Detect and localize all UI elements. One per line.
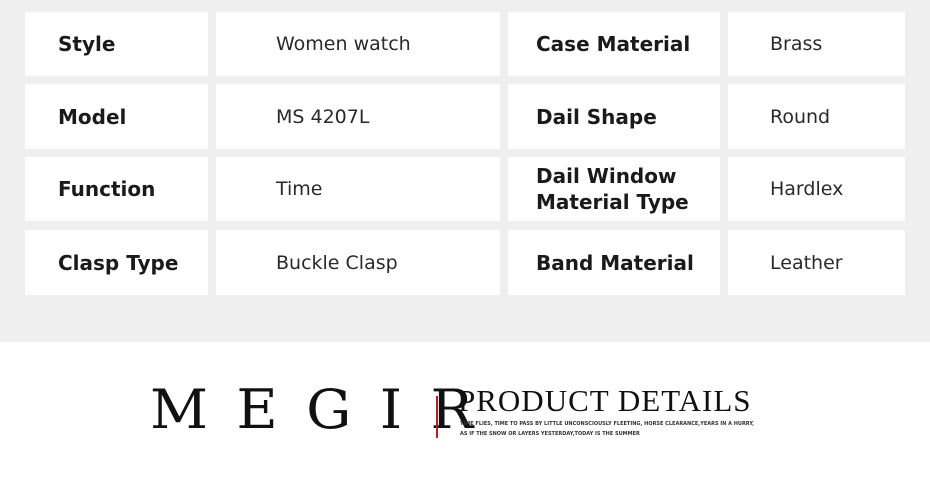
accent-divider: [436, 396, 438, 438]
spec-label-style: Style: [58, 32, 116, 56]
product-details-title: PRODUCT DETAILS: [458, 383, 752, 418]
brand-header: MEGIR PRODUCT DETAILS TIME FLIES, TIME T…: [0, 342, 930, 480]
spec-value-cell: Time: [216, 157, 500, 221]
spec-value-dail-shape: Round: [770, 105, 831, 128]
spec-label-dail-shape: Dail Shape: [536, 104, 657, 129]
spec-label-cell: Model: [25, 84, 208, 149]
megir-logo: MEGIR: [150, 378, 502, 441]
spec-label-cell: Dail Shape: [508, 84, 720, 149]
spec-label-cell: Band Material: [508, 230, 720, 295]
spec-value-cell: Women watch: [216, 12, 500, 76]
spec-value-band-material: Leather: [770, 251, 843, 274]
spec-label-clasp-type: Clasp Type: [58, 250, 179, 275]
spec-label-cell: Case Material: [508, 12, 720, 76]
spec-value-cell: Brass: [728, 12, 905, 76]
spec-label-cell: Function: [25, 157, 208, 221]
spec-label-cell: Style: [25, 12, 208, 76]
spec-value-function: Time: [276, 178, 323, 200]
spec-label-cell: Dail Window Material Type: [508, 157, 720, 221]
specs-table: Style Women watch Case Material Brass Mo…: [0, 0, 930, 342]
spec-label-cell: Clasp Type: [25, 230, 208, 295]
spec-value-case-material: Brass: [770, 33, 823, 55]
spec-label-band-material: Band Material: [536, 250, 694, 275]
spec-value-cell: Hardlex: [728, 157, 905, 221]
spec-value-clasp-type: Buckle Clasp: [276, 251, 398, 274]
spec-value-dail-window-material-type: Hardlex: [770, 178, 844, 200]
brand-tagline: TIME FLIES, TIME TO PASS BY LITTLE UNCON…: [460, 421, 755, 437]
spec-label-case-material: Case Material: [536, 32, 691, 56]
spec-value-cell: Buckle Clasp: [216, 230, 500, 295]
spec-value-style: Women watch: [276, 33, 411, 55]
spec-label-dail-window-material-type: Dail Window Material Type: [536, 164, 689, 214]
spec-value-model: MS 4207L: [276, 105, 370, 128]
spec-value-cell: Leather: [728, 230, 905, 295]
spec-label-function: Function: [58, 177, 156, 201]
spec-value-cell: MS 4207L: [216, 84, 500, 149]
spec-label-model: Model: [58, 104, 127, 129]
spec-value-cell: Round: [728, 84, 905, 149]
